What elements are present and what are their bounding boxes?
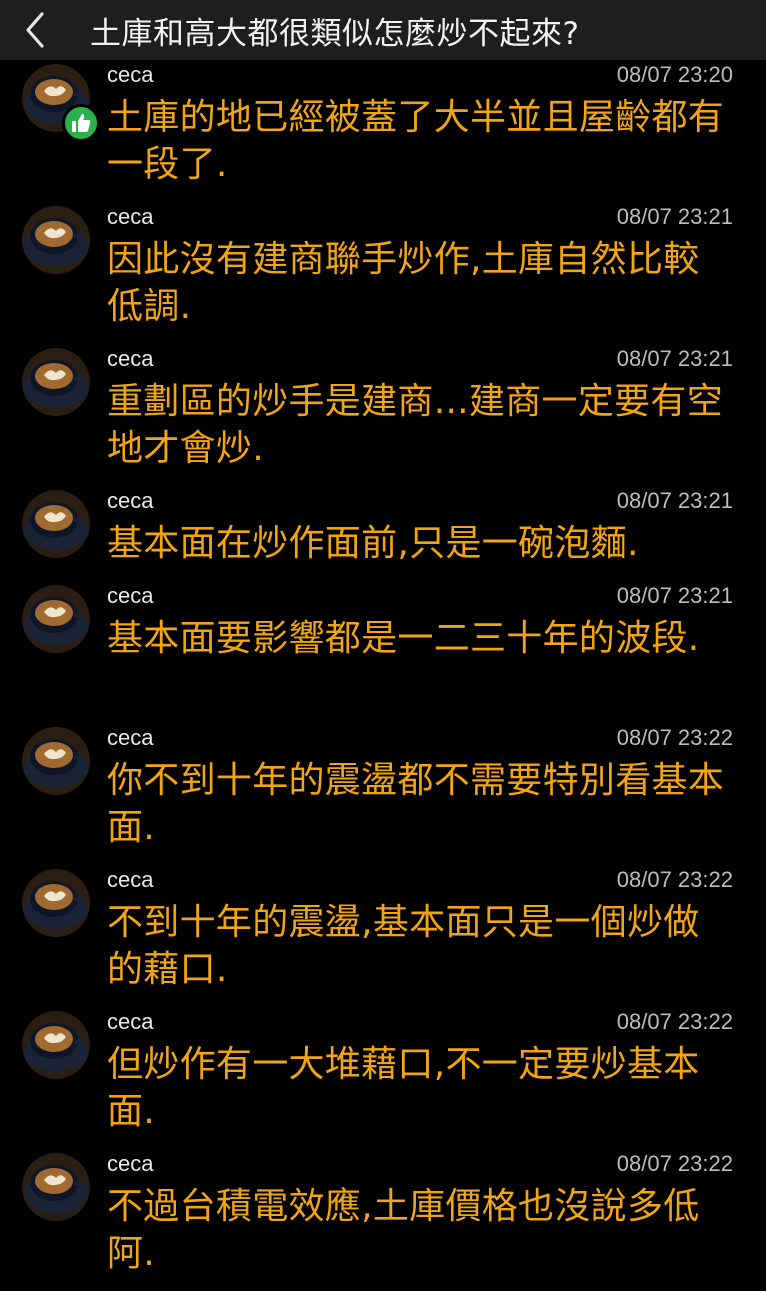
comment-time: 08/07 23:21 — [616, 488, 733, 513]
avatar[interactable] — [22, 1011, 90, 1079]
comment-time: 08/07 23:22 — [616, 725, 733, 750]
back-button[interactable] — [0, 0, 70, 60]
comment-time: 08/07 23:20 — [616, 62, 733, 87]
comment-item: ceca 08/07 23:22 不過台積電效應,土庫價格也沒說多低阿. — [0, 1149, 766, 1291]
comment-item: ceca 08/07 23:21 基本面要影響都是一二三十年的波段. — [0, 581, 766, 723]
coffee-cup-avatar-icon — [22, 727, 90, 795]
comment-time: 08/07 23:21 — [616, 204, 733, 229]
top-bar: 土庫和高大都很類似怎麼炒不起來? — [0, 0, 766, 60]
avatar[interactable] — [22, 869, 90, 937]
comment-text: 基本面要影響都是一二三十年的波段. — [107, 618, 700, 659]
avatar[interactable] — [22, 490, 90, 558]
comment-item: ceca 08/07 23:22 但炒作有一大堆藉口,不一定要炒基本面. — [0, 1007, 766, 1149]
comment-username[interactable]: ceca — [107, 1151, 153, 1177]
comment-item: ceca 08/07 23:22 不到十年的震盪,基本面只是一個炒做的藉口. — [0, 865, 766, 1007]
chevron-left-icon — [26, 12, 44, 48]
comment-item: ceca 08/07 23:22 你不到十年的震盪都不需要特別看基本面. — [0, 723, 766, 865]
comment-time: 08/07 23:22 — [616, 1009, 733, 1034]
page-title: 土庫和高大都很類似怎麼炒不起來? — [90, 15, 580, 52]
comment-text: 你不到十年的震盪都不需要特別看基本面. — [107, 760, 725, 848]
comment-username[interactable]: ceca — [107, 62, 153, 88]
avatar[interactable] — [22, 348, 90, 416]
coffee-cup-avatar-icon — [22, 1153, 90, 1221]
comment-item: ceca 08/07 23:21 重劃區的炒手是建商...建商一定要有空地才會炒… — [0, 344, 766, 486]
coffee-cup-avatar-icon — [22, 585, 90, 653]
coffee-cup-avatar-icon — [22, 1011, 90, 1079]
comment-username[interactable]: ceca — [107, 346, 153, 372]
comment-username[interactable]: ceca — [107, 725, 153, 751]
comment-username[interactable]: ceca — [107, 204, 153, 230]
comment-list: ceca 08/07 23:20 土庫的地已經被蓋了大半並且屋齡都有一段了. c… — [0, 60, 766, 1291]
comment-username[interactable]: ceca — [107, 583, 153, 609]
coffee-cup-avatar-icon — [22, 206, 90, 274]
comment-time: 08/07 23:21 — [616, 583, 733, 608]
comment-time: 08/07 23:21 — [616, 346, 733, 371]
avatar[interactable] — [22, 585, 90, 653]
avatar[interactable] — [22, 727, 90, 795]
coffee-cup-avatar-icon — [22, 490, 90, 558]
coffee-cup-avatar-icon — [22, 869, 90, 937]
comment-text: 不過台積電效應,土庫價格也沒說多低阿. — [107, 1186, 700, 1274]
comment-text: 土庫的地已經被蓋了大半並且屋齡都有一段了. — [107, 97, 725, 185]
comment-username[interactable]: ceca — [107, 488, 153, 514]
avatar[interactable] — [22, 206, 90, 274]
comment-text: 重劃區的炒手是建商...建商一定要有空地才會炒. — [107, 381, 724, 469]
comment-username[interactable]: ceca — [107, 1009, 153, 1035]
coffee-cup-avatar-icon — [22, 348, 90, 416]
comment-text: 基本面在炒作面前,只是一碗泡麵. — [107, 523, 639, 564]
comment-item: ceca 08/07 23:21 因此沒有建商聯手炒作,土庫自然比較低調. — [0, 202, 766, 344]
comment-time: 08/07 23:22 — [616, 867, 733, 892]
comment-item: ceca 08/07 23:20 土庫的地已經被蓋了大半並且屋齡都有一段了. — [0, 60, 766, 202]
comment-username[interactable]: ceca — [107, 867, 153, 893]
avatar[interactable] — [22, 1153, 90, 1221]
comment-item: ceca 08/07 23:21 基本面在炒作面前,只是一碗泡麵. — [0, 486, 766, 581]
comment-text: 因此沒有建商聯手炒作,土庫自然比較低調. — [107, 239, 700, 327]
comment-text: 不到十年的震盪,基本面只是一個炒做的藉口. — [107, 902, 700, 990]
comment-text: 但炒作有一大堆藉口,不一定要炒基本面. — [107, 1044, 700, 1132]
thumbs-up-icon — [62, 104, 100, 142]
comment-time: 08/07 23:22 — [616, 1151, 733, 1176]
avatar[interactable] — [22, 64, 100, 142]
